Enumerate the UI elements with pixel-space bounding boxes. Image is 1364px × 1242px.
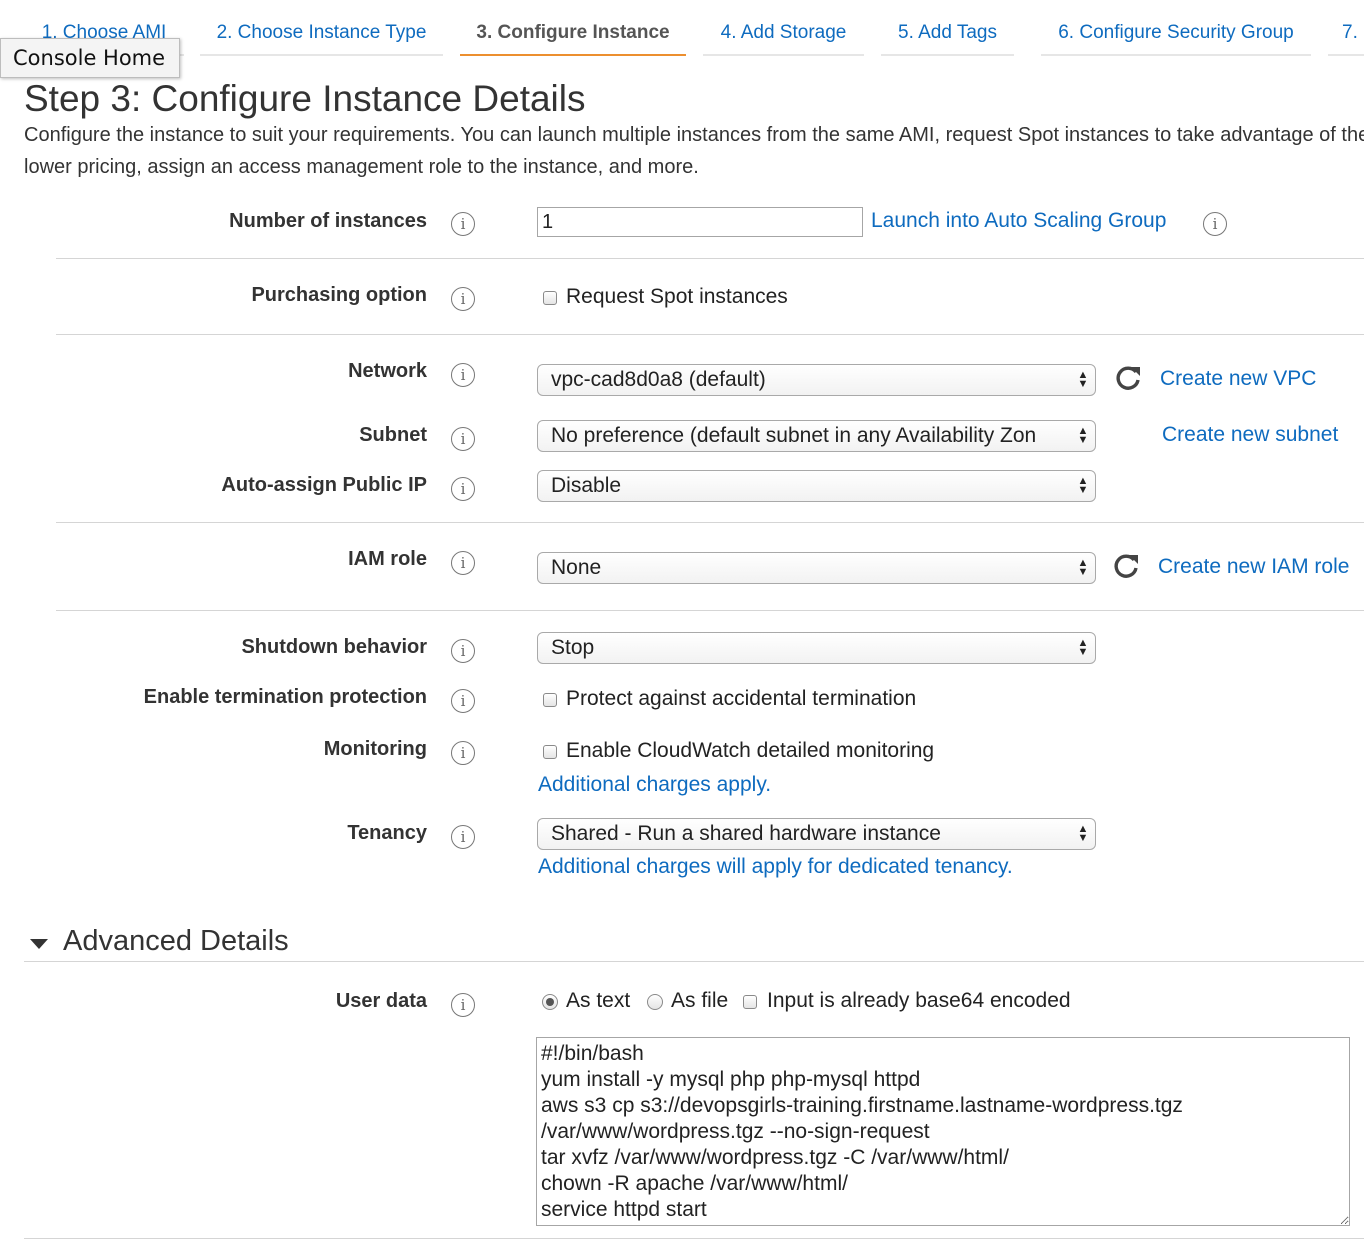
number-of-instances-label: Number of instances [229, 210, 427, 232]
shutdown-behavior-select-value: Stop [551, 636, 595, 659]
info-icon[interactable]: i [451, 363, 475, 387]
info-icon[interactable]: i [451, 427, 475, 451]
termination-protection-checkbox-label: Protect against accidental termination [566, 687, 917, 710]
refresh-icon[interactable] [1114, 364, 1142, 392]
info-icon[interactable]: i [451, 741, 475, 765]
dedicated-tenancy-charges-link[interactable]: Additional charges will apply for dedica… [538, 855, 1013, 879]
select-arrows-icon: ▲ ▼ [1077, 475, 1089, 496]
shutdown-behavior-label: Shutdown behavior [241, 636, 427, 658]
subnet-select[interactable]: No preference (default subnet in any Ava… [537, 420, 1096, 452]
page-title: Step 3: Configure Instance Details [24, 78, 586, 119]
info-icon[interactable]: i [451, 287, 475, 311]
iam-role-select-value: None [551, 556, 602, 579]
number-of-instances-input[interactable] [537, 207, 863, 237]
info-icon[interactable]: i [451, 477, 475, 501]
info-icon[interactable]: i [451, 212, 475, 236]
auto-assign-ip-select[interactable]: Disable ▲ ▼ [537, 470, 1096, 502]
divider [56, 610, 1364, 611]
select-arrows-icon: ▲ ▼ [1077, 823, 1089, 844]
wizard-tabs: 1. Choose AMI 2. Choose Instance Type 3.… [0, 0, 1364, 60]
tab-configure-instance[interactable]: 3. Configure Instance [460, 0, 686, 56]
refresh-icon[interactable] [1112, 552, 1140, 580]
tenancy-label: Tenancy [347, 822, 427, 844]
info-icon[interactable]: i [451, 689, 475, 713]
select-arrows-icon: ▲ ▼ [1077, 557, 1089, 578]
request-spot-checkbox[interactable] [543, 291, 557, 305]
tab-add-storage[interactable]: 4. Add Storage [703, 0, 864, 56]
as-file-radio[interactable] [647, 994, 663, 1010]
info-icon[interactable]: i [451, 825, 475, 849]
termination-protection-checkbox[interactable] [543, 693, 557, 707]
info-icon[interactable]: i [1203, 212, 1227, 236]
auto-assign-ip-select-value: Disable [551, 474, 622, 497]
info-icon[interactable]: i [451, 993, 475, 1017]
create-new-subnet-link[interactable]: Create new subnet [1162, 423, 1338, 447]
auto-assign-ip-label: Auto-assign Public IP [221, 474, 427, 496]
purchasing-option-label: Purchasing option [251, 284, 427, 306]
monitoring-label: Monitoring [323, 738, 427, 760]
tab-choose-instance-type[interactable]: 2. Choose Instance Type [200, 0, 443, 56]
divider [56, 522, 1364, 523]
base64-encoded-checkbox[interactable] [743, 995, 757, 1009]
launch-auto-scaling-link[interactable]: Launch into Auto Scaling Group [871, 209, 1166, 233]
info-icon[interactable]: i [451, 551, 475, 575]
network-select-value: vpc-cad8d0a8 (default) [551, 368, 766, 391]
as-file-label: As file [671, 989, 729, 1012]
tab-review[interactable]: 7. [1328, 0, 1364, 56]
network-select[interactable]: vpc-cad8d0a8 (default) ▲ ▼ [537, 364, 1096, 396]
termination-protection-label: Enable termination protection [143, 686, 427, 708]
shutdown-behavior-select[interactable]: Stop ▲ ▼ [537, 632, 1096, 664]
create-new-iam-role-link[interactable]: Create new IAM role [1158, 555, 1349, 579]
info-icon[interactable]: i [451, 639, 475, 663]
as-text-label: As text [566, 989, 631, 1012]
divider [56, 334, 1364, 335]
tenancy-select-value: Shared - Run a shared hardware instance [551, 822, 941, 845]
page-description: Configure the instance to suit your requ… [24, 124, 1364, 178]
caret-down-icon[interactable] [30, 939, 48, 949]
select-arrows-icon: ▲ ▼ [1077, 425, 1089, 446]
tab-configure-security-group[interactable]: 6. Configure Security Group [1041, 0, 1311, 56]
tab-add-tags[interactable]: 5. Add Tags [881, 0, 1014, 56]
console-home-tooltip: Console Home [0, 38, 181, 78]
user-data-label: User data [335, 990, 427, 1012]
create-new-vpc-link[interactable]: Create new VPC [1160, 367, 1316, 391]
as-text-radio[interactable] [542, 994, 558, 1010]
advanced-details-title[interactable]: Advanced Details [63, 925, 289, 958]
select-arrows-icon: ▲ ▼ [1077, 637, 1089, 658]
user-data-textarea[interactable]: #!/bin/bash yum install -y mysql php php… [536, 1037, 1350, 1226]
base64-encoded-label: Input is already base64 encoded [767, 989, 1071, 1012]
network-label: Network [348, 360, 427, 382]
request-spot-label: Request Spot instances [566, 285, 788, 308]
additional-charges-link[interactable]: Additional charges apply. [538, 773, 771, 797]
divider [56, 258, 1364, 259]
iam-role-label: IAM role [348, 548, 427, 570]
divider [24, 1238, 1364, 1239]
subnet-label: Subnet [359, 424, 427, 446]
cloudwatch-monitoring-label: Enable CloudWatch detailed monitoring [566, 739, 935, 762]
subnet-select-value: No preference (default subnet in any Ava… [551, 424, 1037, 447]
iam-role-select[interactable]: None ▲ ▼ [537, 552, 1096, 584]
select-arrows-icon: ▲ ▼ [1077, 369, 1089, 390]
cloudwatch-monitoring-checkbox[interactable] [543, 745, 557, 759]
tenancy-select[interactable]: Shared - Run a shared hardware instance … [537, 818, 1096, 850]
advanced-details-header[interactable]: Advanced Details [24, 925, 1364, 962]
